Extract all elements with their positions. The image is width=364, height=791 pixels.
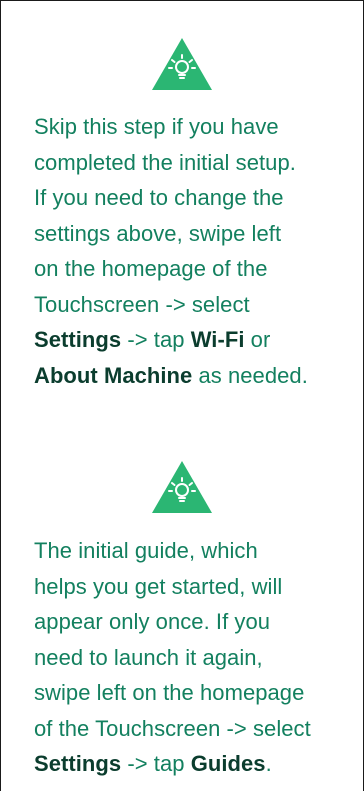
tip-line: Touchscreen -> select bbox=[34, 287, 347, 323]
emphasis-text: Settings bbox=[34, 327, 122, 352]
body-text: Skip this step if you have bbox=[34, 114, 279, 139]
emphasis-text: Guides bbox=[190, 751, 266, 776]
body-text: of the Touchscreen -> select bbox=[34, 715, 311, 741]
tip-line: appear only once. If you bbox=[34, 604, 347, 640]
tip-text-guide: The initial guide, which helps you get st… bbox=[34, 533, 347, 782]
tip-line: need to launch it again, bbox=[34, 640, 347, 676]
body-text: Touchscreen -> select bbox=[34, 291, 250, 317]
body-text: The initial guide, which bbox=[34, 538, 258, 563]
tip-line: The initial guide, which bbox=[34, 533, 347, 569]
tip-line: Settings -> tap Wi-Fi or bbox=[34, 322, 347, 358]
body-text: -> tap bbox=[121, 327, 191, 352]
body-text: helps you get started, will bbox=[34, 573, 283, 599]
body-text: swipe left on the homepage bbox=[34, 680, 305, 705]
body-text: settings above, swipe left bbox=[34, 220, 282, 246]
tip-line: Settings -> tap Guides. bbox=[34, 746, 347, 782]
emphasis-text: Wi-Fi bbox=[190, 327, 245, 352]
tip-line: swipe left on the homepage bbox=[34, 675, 347, 711]
tip-text-setup: Skip this step if you have completed the … bbox=[34, 109, 347, 393]
tip-line: helps you get started, will bbox=[34, 569, 347, 605]
body-text: as needed. bbox=[192, 362, 308, 388]
body-text: If you need to change the bbox=[34, 185, 284, 210]
body-text: need to launch it again, bbox=[34, 644, 263, 670]
body-text: -> tap bbox=[121, 751, 191, 776]
emphasis-text: About Machine bbox=[34, 362, 193, 388]
tip-line: on the homepage of the bbox=[34, 251, 347, 287]
body-text: appear only once. If you bbox=[34, 609, 271, 634]
lightbulb-icon bbox=[152, 38, 212, 90]
body-text: or bbox=[244, 327, 271, 352]
body-text: on the homepage of the bbox=[34, 256, 268, 281]
body-text: . bbox=[265, 751, 272, 776]
tip-line: About Machine as needed. bbox=[34, 358, 347, 394]
tip-line: completed the initial setup. bbox=[34, 145, 347, 181]
lightbulb-icon bbox=[152, 461, 212, 513]
tip-line: If you need to change the bbox=[34, 180, 347, 216]
tip-line: settings above, swipe left bbox=[34, 216, 347, 252]
emphasis-text: Settings bbox=[34, 751, 122, 776]
tip-line: of the Touchscreen -> select bbox=[34, 711, 347, 747]
body-text: completed the initial setup. bbox=[34, 149, 296, 175]
content-frame: Skip this step if you have completed the … bbox=[0, 0, 364, 791]
tip-line: Skip this step if you have bbox=[34, 109, 347, 145]
